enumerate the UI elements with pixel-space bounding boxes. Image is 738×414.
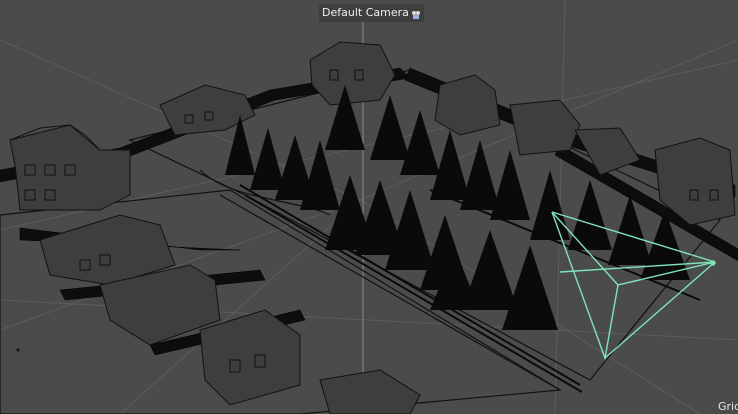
grid-label: Grid xyxy=(718,400,738,413)
camera-selector-icon[interactable] xyxy=(411,8,421,19)
viewport-scene[interactable] xyxy=(0,0,738,414)
camera-selector[interactable]: Default Camera xyxy=(319,4,424,22)
camera-label-text: Default Camera xyxy=(322,6,409,19)
3d-viewport[interactable]: Default Camera Grid xyxy=(0,0,738,414)
scene-point xyxy=(16,348,20,352)
